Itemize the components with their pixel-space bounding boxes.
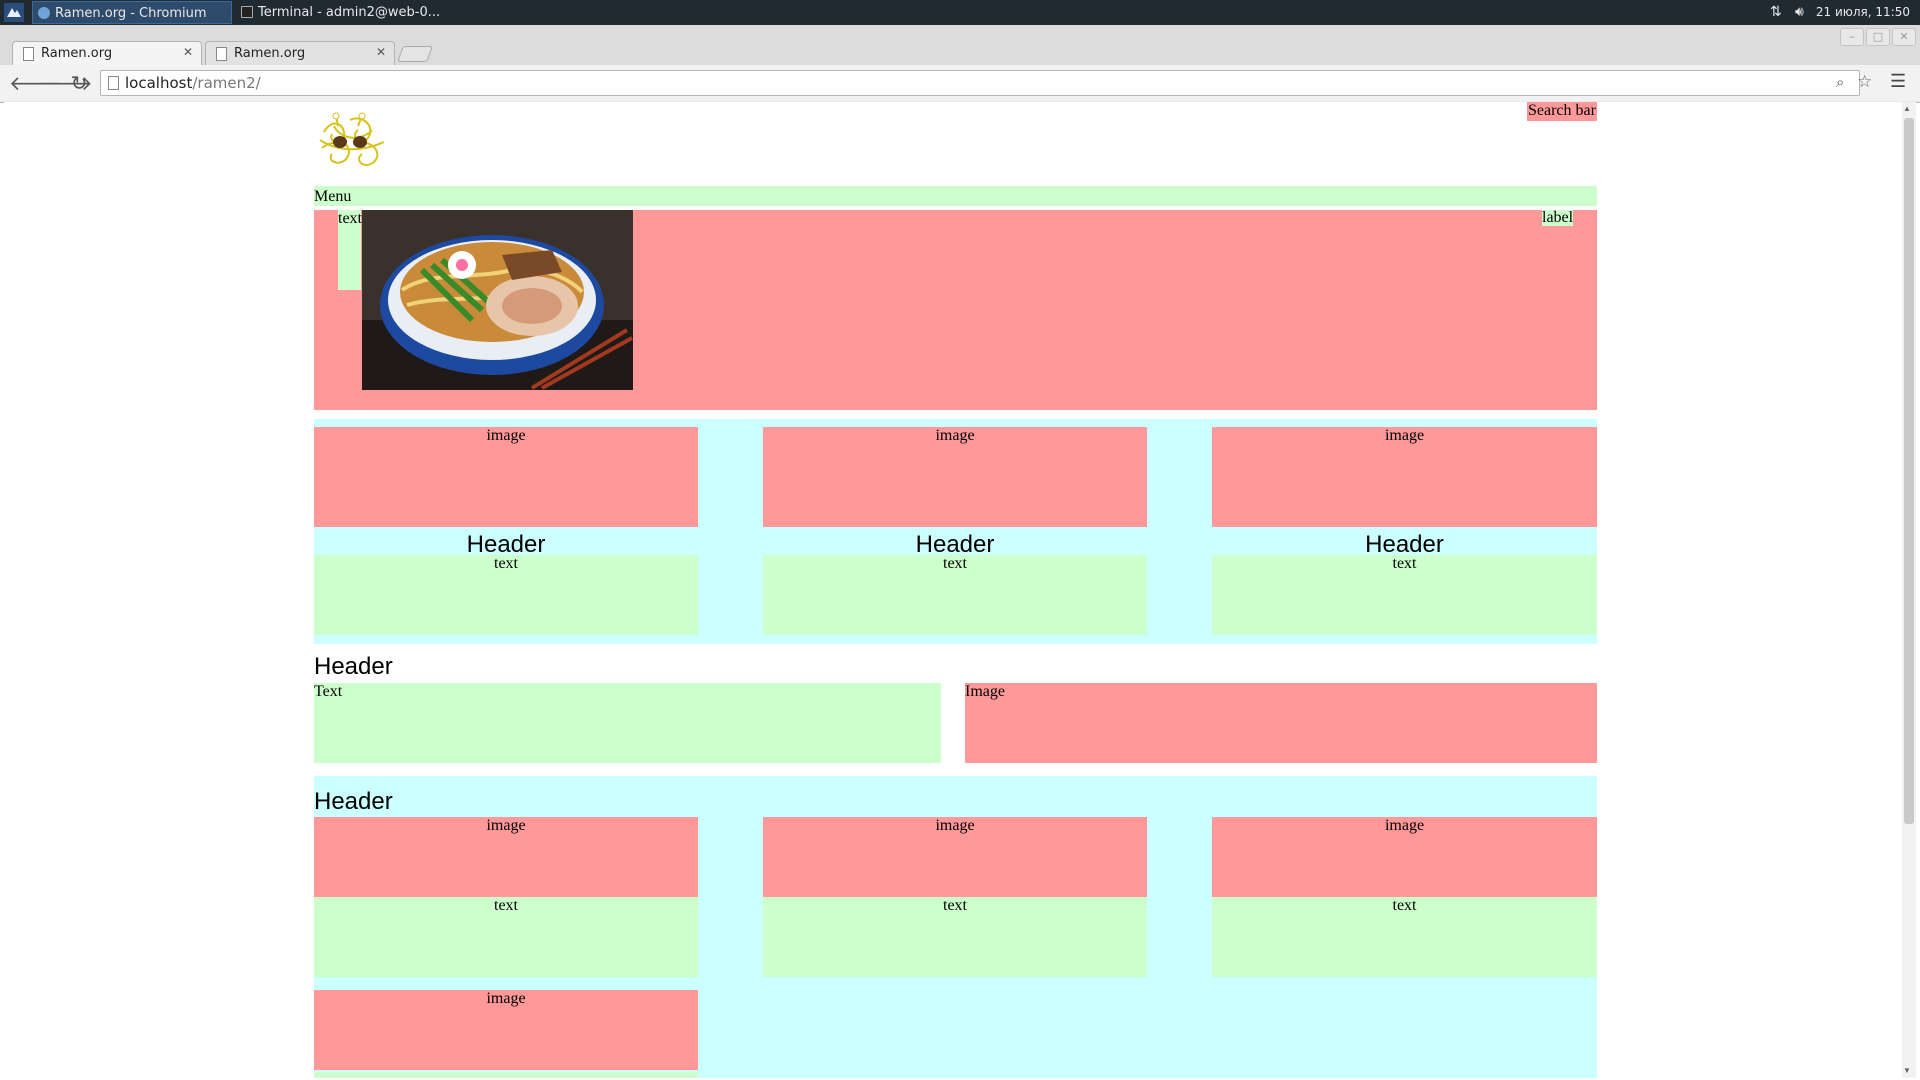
menu-bar[interactable]: Menu	[314, 186, 1597, 206]
hero-label: label	[1542, 210, 1573, 226]
logo-image	[319, 112, 385, 166]
card-text: text	[763, 897, 1147, 977]
tab-title: Ramen.org	[41, 46, 113, 61]
taskbar-item-terminal[interactable]: Terminal - admin2@web-0...	[236, 1, 446, 24]
feature-image: image	[314, 427, 698, 527]
tab-strip: Ramen.org ✕ Ramen.org ✕ – □ ✕	[0, 25, 1920, 65]
features-section: image Header text image Header text imag…	[314, 419, 1597, 644]
browser-tab-2[interactable]: Ramen.org ✕	[205, 41, 395, 65]
tab-title: Ramen.org	[234, 46, 306, 61]
new-tab-button[interactable]	[397, 46, 433, 62]
clock[interactable]: 21 июля, 11:50	[1816, 0, 1910, 25]
card-text: text	[314, 897, 698, 977]
network-icon[interactable]: ⇅	[1770, 4, 1782, 20]
close-tab-icon[interactable]: ✕	[183, 45, 193, 59]
feature-image: image	[1212, 427, 1597, 527]
search-icon[interactable]: ⌕	[1836, 74, 1844, 92]
feature-image: image	[763, 427, 1147, 527]
minimize-button[interactable]: –	[1840, 28, 1864, 46]
start-menu-icon[interactable]	[4, 3, 24, 22]
feature-text: text	[1212, 555, 1597, 635]
taskbar-item-label: Ramen.org - Chromium	[55, 6, 207, 21]
card-image: image	[314, 990, 698, 1070]
ramen-bowl-image	[362, 210, 633, 390]
close-window-button[interactable]: ✕	[1892, 28, 1916, 46]
chromium-icon	[38, 7, 50, 19]
scroll-down-arrow-icon[interactable]: ▼	[1903, 1066, 1911, 1075]
forward-arrow-icon[interactable]: 🡒	[39, 72, 93, 94]
card-text	[314, 1072, 698, 1078]
page-icon	[216, 47, 227, 61]
card-image: image	[1212, 817, 1597, 897]
taskbar-item-label: Terminal - admin2@web-0...	[258, 5, 441, 20]
feature-text: text	[314, 555, 698, 635]
page-icon	[23, 47, 34, 61]
bookmark-star-icon[interactable]: ☆	[1857, 72, 1872, 92]
section3-header: Header	[314, 788, 393, 815]
browser-tab-1[interactable]: Ramen.org ✕	[12, 41, 202, 65]
back-arrow-icon[interactable]: 🡐	[9, 72, 63, 94]
section2-header: Header	[314, 653, 393, 680]
search-bar[interactable]: Search bar	[1527, 102, 1597, 121]
menu-label: Menu	[314, 188, 352, 205]
page-icon	[108, 76, 119, 90]
maximize-button[interactable]: □	[1866, 28, 1890, 46]
address-host: localhost	[125, 74, 193, 92]
feature-text: text	[763, 555, 1147, 635]
scroll-up-arrow-icon[interactable]: ▲	[1903, 104, 1911, 113]
address-bar[interactable]: localhost/ramen2/	[100, 70, 1860, 96]
address-path: /ramen2/	[192, 74, 261, 92]
card-image: image	[763, 817, 1147, 897]
scrollbar-thumb[interactable]	[1904, 118, 1914, 824]
section2-text: Text	[314, 683, 941, 763]
card-image: image	[314, 817, 698, 897]
hero-section: text label	[314, 210, 1597, 410]
taskbar-item-chromium[interactable]: Ramen.org - Chromium	[32, 1, 232, 24]
os-taskbar: Ramen.org - Chromium Terminal - admin2@w…	[0, 0, 1920, 25]
page-viewport: Search bar Menu text label image Header …	[4, 102, 1902, 1078]
volume-icon[interactable]: 🔊︎	[1795, 4, 1804, 20]
hero-text-label: text	[338, 210, 362, 227]
section2-image: Image	[965, 683, 1597, 763]
card-text: text	[1212, 897, 1597, 977]
close-tab-icon[interactable]: ✕	[376, 45, 386, 59]
address-text[interactable]: localhost/ramen2/	[125, 74, 261, 92]
hero-text: text	[338, 210, 362, 290]
terminal-icon	[241, 6, 253, 18]
reload-icon[interactable]: ↻	[68, 72, 90, 94]
section3: Header image text image text image text …	[314, 776, 1597, 1078]
menu-icon[interactable]: ☰	[1890, 71, 1906, 92]
hero-label-text: label	[1542, 209, 1574, 226]
